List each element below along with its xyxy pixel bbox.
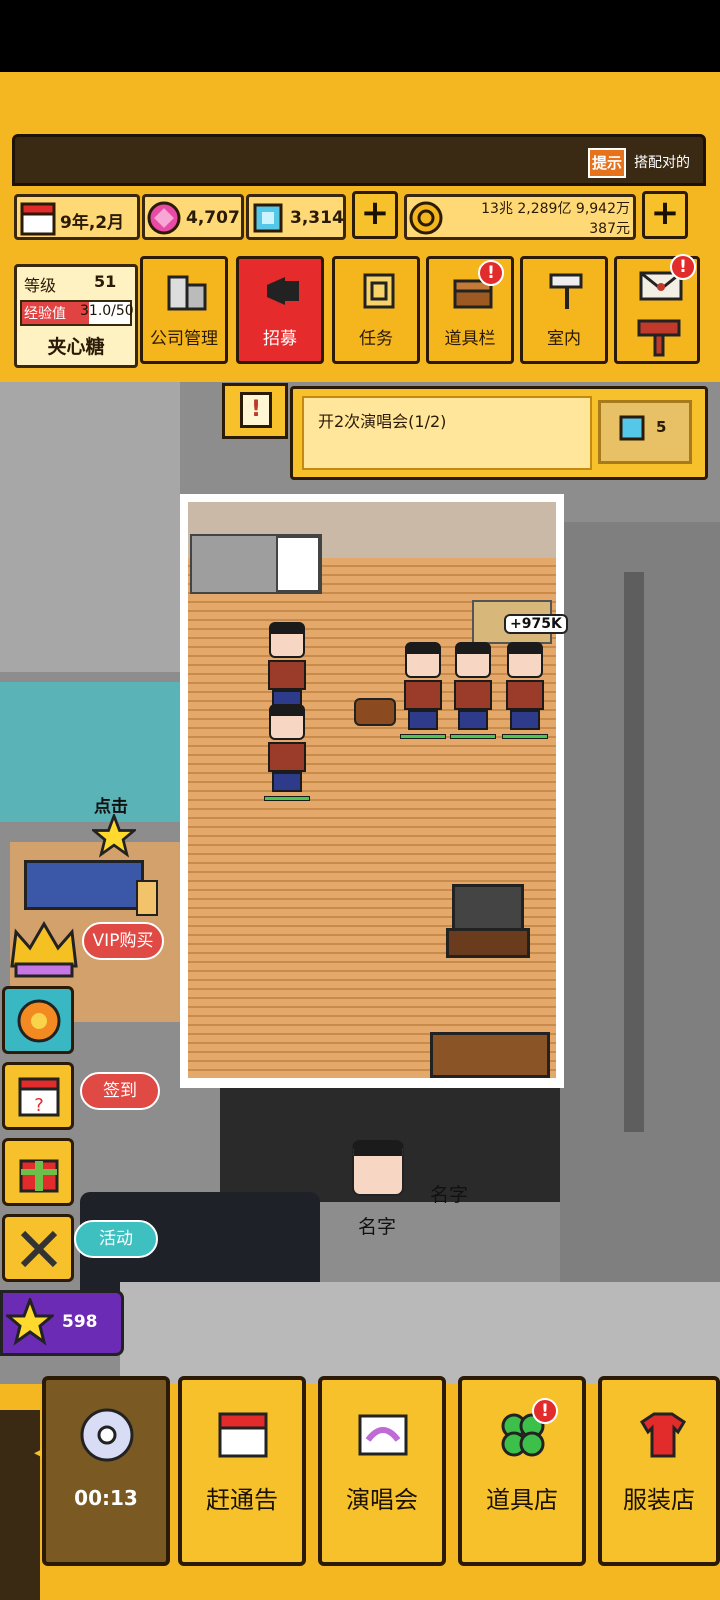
recruit-label: 招募 xyxy=(263,329,297,349)
mail-alert-badge: ! xyxy=(670,254,696,280)
paint-roller-icon xyxy=(549,273,583,309)
name-tag: 名字 xyxy=(358,1216,397,1238)
gold-star-icon xyxy=(6,1298,54,1346)
item-shop-button[interactable]: 道具店 xyxy=(458,1376,586,1566)
date-text: 9年,2月 xyxy=(60,213,125,233)
diamond-icon xyxy=(253,203,283,233)
clothing-shop-button[interactable]: 服装店 xyxy=(598,1376,720,1566)
nav-scroll-edge xyxy=(0,1410,40,1600)
clothing-shop-label: 服装店 xyxy=(623,1486,695,1514)
company-management-label: 公司管理 xyxy=(150,329,218,349)
shirt-icon xyxy=(639,1412,687,1458)
manager-character[interactable] xyxy=(352,1140,404,1196)
trainee-character[interactable] xyxy=(262,704,312,801)
schedule-calendar-icon xyxy=(218,1412,268,1458)
pink-gem-icon xyxy=(147,201,181,235)
scroll-icon xyxy=(363,273,395,309)
sidewalk xyxy=(120,1282,720,1387)
pink-gem-count: 4,707 xyxy=(186,208,240,228)
checkin-label[interactable]: 签到 xyxy=(80,1072,160,1110)
name-tag: 名字 xyxy=(430,1184,469,1206)
cat-figure xyxy=(136,880,158,916)
calendar-icon xyxy=(20,202,56,236)
stage-icon xyxy=(358,1414,408,1456)
add-money-button[interactable]: + xyxy=(642,191,688,239)
income-popup: +975K xyxy=(504,614,568,634)
money-amount-line2: 387元 xyxy=(589,221,630,237)
star-count: 598 xyxy=(62,1312,98,1332)
trainee-character[interactable] xyxy=(500,642,550,739)
status-bar-area xyxy=(0,0,720,72)
concert-button[interactable]: 演唱会 xyxy=(318,1376,446,1566)
schedule-button[interactable]: 赶通告 xyxy=(178,1376,306,1566)
bed xyxy=(24,860,144,910)
add-gems-button[interactable]: + xyxy=(352,191,398,239)
wheel-event-button[interactable] xyxy=(2,986,74,1054)
event-label[interactable]: 活动 xyxy=(74,1220,158,1258)
gift-button[interactable] xyxy=(2,1138,74,1206)
blue-gem-count: 3,314 xyxy=(290,208,344,228)
disc-timer: 00:13 xyxy=(74,1486,138,1510)
pool-room xyxy=(0,682,180,822)
hammer-icon xyxy=(637,319,681,357)
pet-dog[interactable] xyxy=(354,698,396,726)
sofa xyxy=(430,1032,550,1078)
level-label: 等级 xyxy=(24,276,57,295)
svg-text:?: ? xyxy=(34,1095,44,1116)
utility-pole xyxy=(624,572,644,1132)
recruit-button[interactable]: 招募 xyxy=(236,256,324,364)
crown-icon[interactable] xyxy=(8,918,80,980)
vip-purchase-button[interactable]: VIP购买 xyxy=(82,922,164,960)
coin-icon xyxy=(409,201,443,235)
fridge xyxy=(276,536,320,592)
trainee-character[interactable] xyxy=(448,642,498,739)
street-background xyxy=(0,382,180,672)
quest-description: 开2次演唱会(1/2) xyxy=(318,412,447,431)
event-button[interactable] xyxy=(2,1214,74,1282)
calendar-checkin-icon: ? xyxy=(18,1077,60,1117)
inventory-label: 道具栏 xyxy=(444,329,496,349)
megaphone-icon xyxy=(267,277,299,305)
tasks-button[interactable]: 任务 xyxy=(332,256,420,364)
level-value: 51 xyxy=(94,272,117,291)
gift-icon xyxy=(19,1159,59,1193)
star-icon[interactable] xyxy=(92,814,136,858)
spinning-wheel-icon xyxy=(17,999,61,1043)
interior-label: 室内 xyxy=(547,329,581,349)
player-name: 夹心糖 xyxy=(47,336,105,358)
exp-value: 31.0/50 xyxy=(80,303,134,319)
quest-alert-icon: ! xyxy=(240,392,272,428)
trainee-character[interactable] xyxy=(398,642,448,739)
tv-stand xyxy=(446,928,530,958)
money-amount-line1: 13兆 2,289亿 9,942万 xyxy=(481,201,630,217)
concert-label: 演唱会 xyxy=(346,1486,418,1514)
inventory-alert-badge: ! xyxy=(478,260,504,286)
interior-button[interactable]: 室内 xyxy=(520,256,608,364)
hint-icon[interactable]: 提示 xyxy=(588,148,626,178)
tasks-label: 任务 xyxy=(359,329,393,349)
exp-label: 经验值 xyxy=(24,306,66,322)
quest-reward-amount: 5 xyxy=(656,418,667,436)
music-disc-icon xyxy=(80,1408,134,1462)
crossed-swords-icon xyxy=(20,1230,58,1268)
ticker-text: 搭配对的 xyxy=(634,155,690,171)
item-shop-label: 道具店 xyxy=(486,1486,558,1514)
item-shop-alert-badge: ! xyxy=(532,1398,558,1424)
checkin-button[interactable]: ? xyxy=(2,1062,74,1130)
quest-reward-diamond-icon xyxy=(619,415,645,441)
company-management-button[interactable]: 公司管理 xyxy=(140,256,228,364)
schedule-label: 赶通告 xyxy=(206,1486,278,1514)
building-icon xyxy=(167,275,207,311)
disc-timer-button[interactable]: 00:13 xyxy=(42,1376,170,1566)
